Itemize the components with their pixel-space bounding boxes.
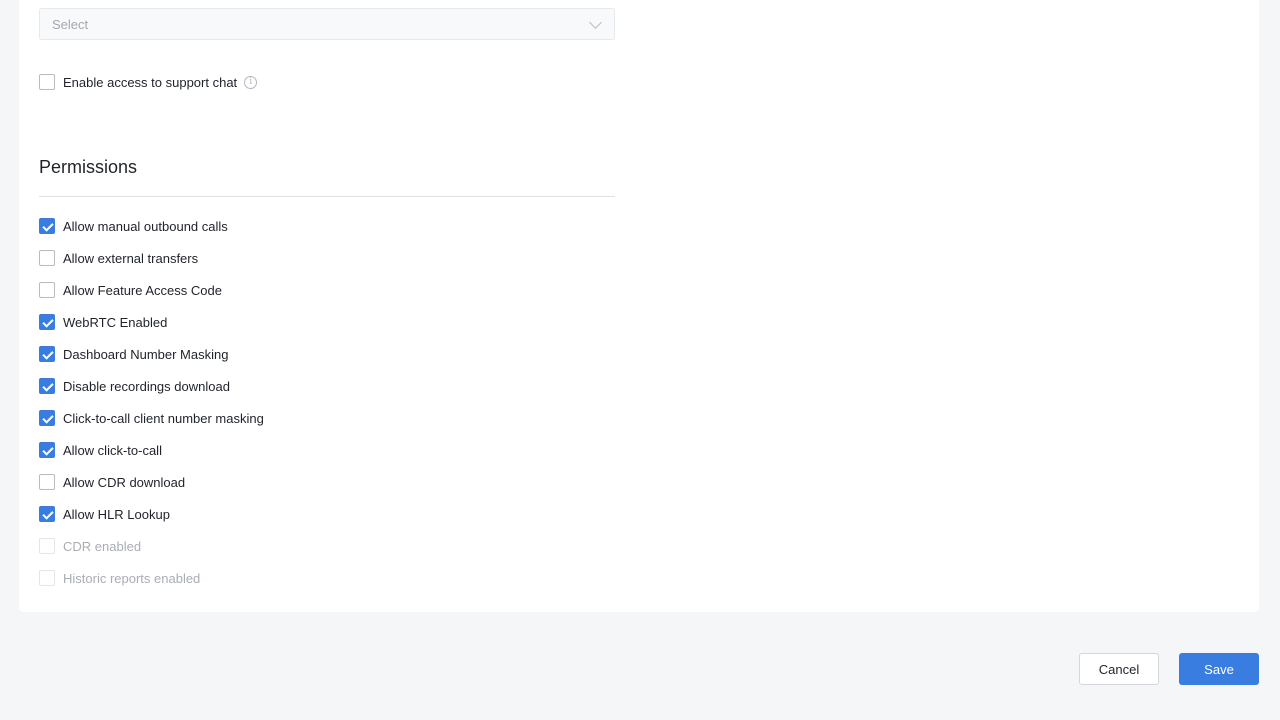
language-select[interactable]: Select <box>39 8 615 40</box>
permission-row[interactable]: WebRTC Enabled <box>39 314 167 330</box>
divider <box>39 196 615 197</box>
permission-label: Allow external transfers <box>63 250 199 266</box>
permission-row: Historic reports enabled <box>39 570 200 586</box>
permission-label: Allow HLR Lookup <box>63 506 170 522</box>
permission-checkbox <box>39 538 55 554</box>
permission-checkbox <box>39 570 55 586</box>
permission-row[interactable]: Allow external transfers <box>39 250 198 266</box>
permission-label: Click-to-call client number masking <box>63 410 264 426</box>
permission-label: CDR enabled <box>63 538 142 554</box>
cancel-button[interactable]: Cancel <box>1079 653 1159 685</box>
permission-checkbox[interactable] <box>39 346 55 362</box>
permission-checkbox[interactable] <box>39 378 55 394</box>
permission-label: Allow CDR download <box>63 474 186 490</box>
permission-checkbox[interactable] <box>39 474 55 490</box>
permission-checkbox[interactable] <box>39 442 55 458</box>
info-icon[interactable]: i <box>244 75 258 89</box>
permission-row: CDR enabled <box>39 538 141 554</box>
support-chat-checkbox[interactable] <box>39 74 55 90</box>
permission-row[interactable]: Click-to-call client number masking <box>39 410 264 426</box>
save-button[interactable]: Save <box>1179 653 1259 685</box>
select-placeholder: Select <box>52 16 89 32</box>
permission-label: Disable recordings download <box>63 378 230 394</box>
permission-row[interactable]: Allow HLR Lookup <box>39 506 170 522</box>
permission-label: Dashboard Number Masking <box>63 346 229 362</box>
permission-checkbox[interactable] <box>39 314 55 330</box>
permission-row[interactable]: Disable recordings download <box>39 378 230 394</box>
support-chat-checkbox-row[interactable]: Enable access to support chat i <box>39 74 258 90</box>
permission-row[interactable]: Dashboard Number Masking <box>39 346 228 362</box>
permission-row[interactable]: Allow click-to-call <box>39 442 162 458</box>
permission-label: Allow click-to-call <box>63 442 162 458</box>
support-chat-label: Enable access to support chat <box>63 74 238 90</box>
permission-checkbox[interactable] <box>39 218 55 234</box>
chevron-down-icon <box>589 16 602 29</box>
permission-checkbox[interactable] <box>39 250 55 266</box>
permission-checkbox[interactable] <box>39 282 55 298</box>
permission-label: WebRTC Enabled <box>63 314 168 330</box>
settings-card <box>19 0 1259 612</box>
permission-checkbox[interactable] <box>39 506 55 522</box>
permission-label: Allow manual outbound calls <box>63 218 228 234</box>
permission-row[interactable]: Allow CDR download <box>39 474 185 490</box>
permission-label: Allow Feature Access Code <box>63 282 222 298</box>
permission-row[interactable]: Allow Feature Access Code <box>39 282 222 298</box>
permission-checkbox[interactable] <box>39 410 55 426</box>
permission-row[interactable]: Allow manual outbound calls <box>39 218 228 234</box>
permission-label: Historic reports enabled <box>63 570 201 586</box>
permissions-title: Permissions <box>39 157 138 177</box>
